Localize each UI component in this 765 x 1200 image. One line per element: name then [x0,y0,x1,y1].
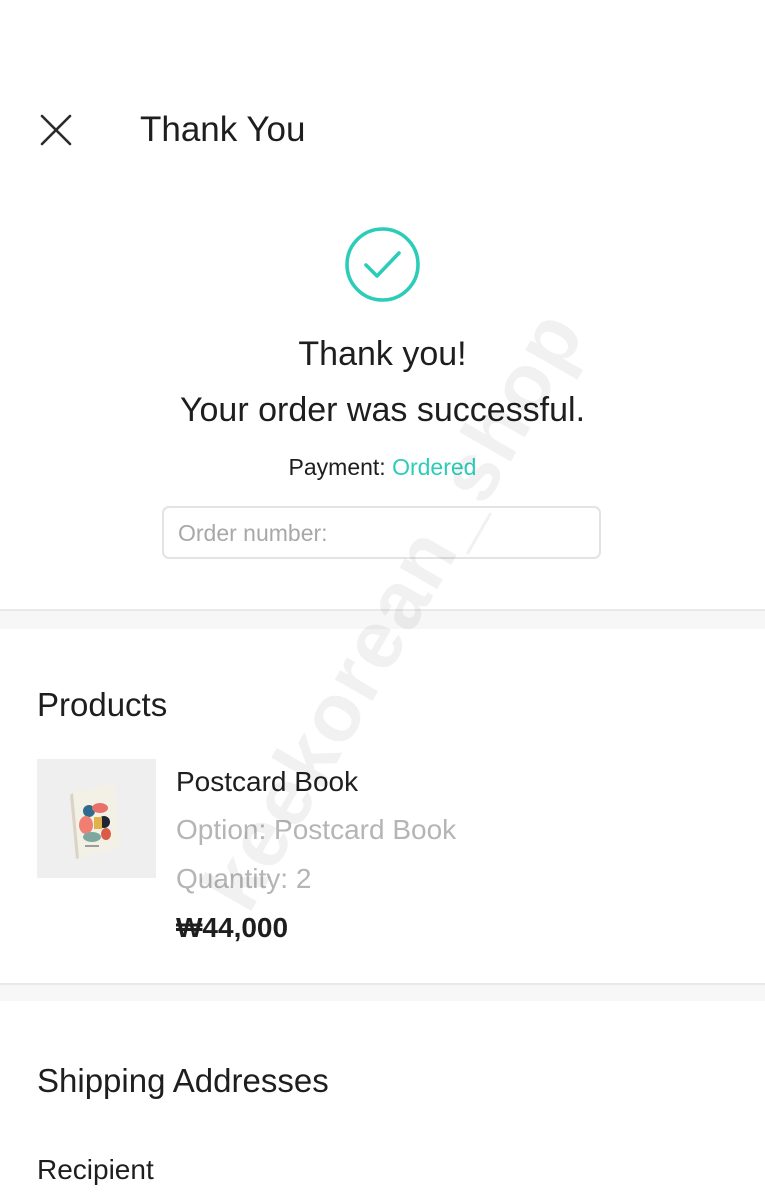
close-button[interactable] [28,102,84,158]
order-success-message: Your order was successful. [179,391,586,429]
close-icon [40,114,72,146]
payment-label: Payment: [288,454,393,480]
section-divider [0,609,765,629]
postcard-book-image [37,759,156,878]
header: Thank You [0,0,765,210]
product-option: Option: Postcard Book [176,814,457,845]
payment-status-value: Ordered [392,454,477,480]
section-divider [0,983,765,1001]
order-number-field[interactable]: Order number: [162,506,601,559]
product-price: ₩44,000 [176,912,289,943]
check-circle-icon [345,227,420,302]
thank-you-message: Thank you! [298,335,467,373]
product-name[interactable]: Postcard Book [176,765,358,799]
payment-status: Payment: Ordered [0,452,765,482]
products-section-title: Products [37,686,168,723]
recipient-label: Recipient [37,1154,154,1185]
shipping-section-title: Shipping Addresses [37,1062,329,1099]
page-title: Thank You [140,110,306,149]
product-quantity: Quantity: 2 [176,863,312,894]
product-thumbnail[interactable] [37,759,156,878]
